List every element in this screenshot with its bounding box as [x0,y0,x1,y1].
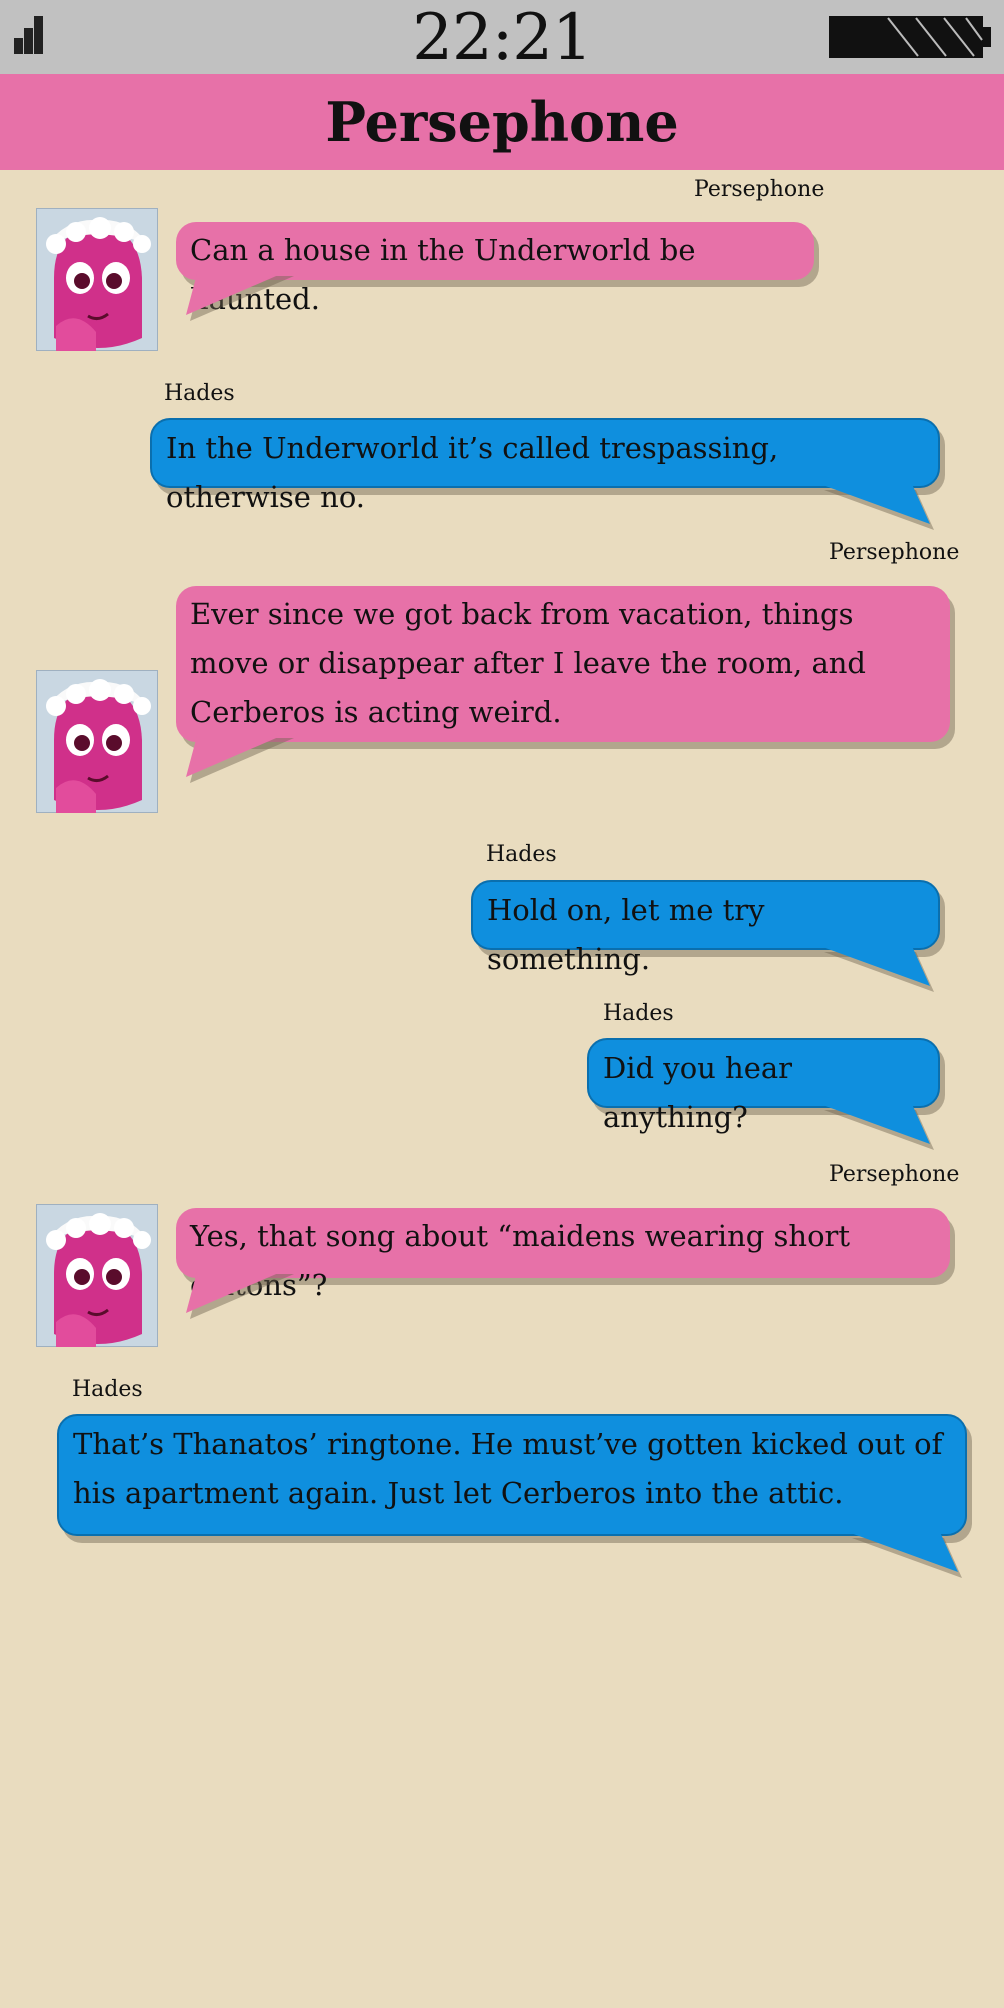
bubble-tail [820,484,934,530]
battery-icon [829,16,991,58]
sender-name: Persephone [694,177,825,202]
bubble-tail [186,270,294,321]
bubble-tail [820,1104,934,1150]
bubble-tail [186,732,294,783]
sender-name: Hades [603,1001,674,1026]
persephone-avatar[interactable] [36,1204,158,1347]
message-text: Hold on, let me try something. [487,893,765,976]
sender-name: Hades [164,381,235,406]
bubble-tail [820,946,934,992]
sender-name: Hades [72,1377,143,1402]
message-bubble-outgoing[interactable]: Hold on, let me try something. [471,880,940,976]
persephone-avatar[interactable] [36,670,158,813]
message-text: Ever since we got back from vacation, th… [190,597,866,729]
message-bubble-outgoing[interactable]: Did you hear anything? [587,1038,940,1134]
message-bubble-incoming[interactable]: Ever since we got back from vacation, th… [176,586,950,742]
message-text: That’s Thanatos’ ringtone. He must’ve go… [73,1427,943,1510]
message-bubble-outgoing[interactable]: In the Underworld it’s called trespassin… [150,418,940,514]
sender-name: Persephone [829,1162,960,1187]
bubble-tail [848,1532,962,1578]
chat-header: Persephone [0,74,1004,170]
message-text: Did you hear anything? [603,1051,793,1134]
sender-name: Hades [486,842,557,867]
message-text: In the Underworld it’s called trespassin… [166,431,779,514]
bubble-tail [186,1268,294,1319]
status-bar: 22:21 [0,0,1004,74]
message-bubble-outgoing[interactable]: That’s Thanatos’ ringtone. He must’ve go… [57,1414,967,1536]
persephone-avatar[interactable] [36,208,158,351]
contact-name: Persephone [325,90,679,154]
sender-name: Persephone [829,540,960,565]
